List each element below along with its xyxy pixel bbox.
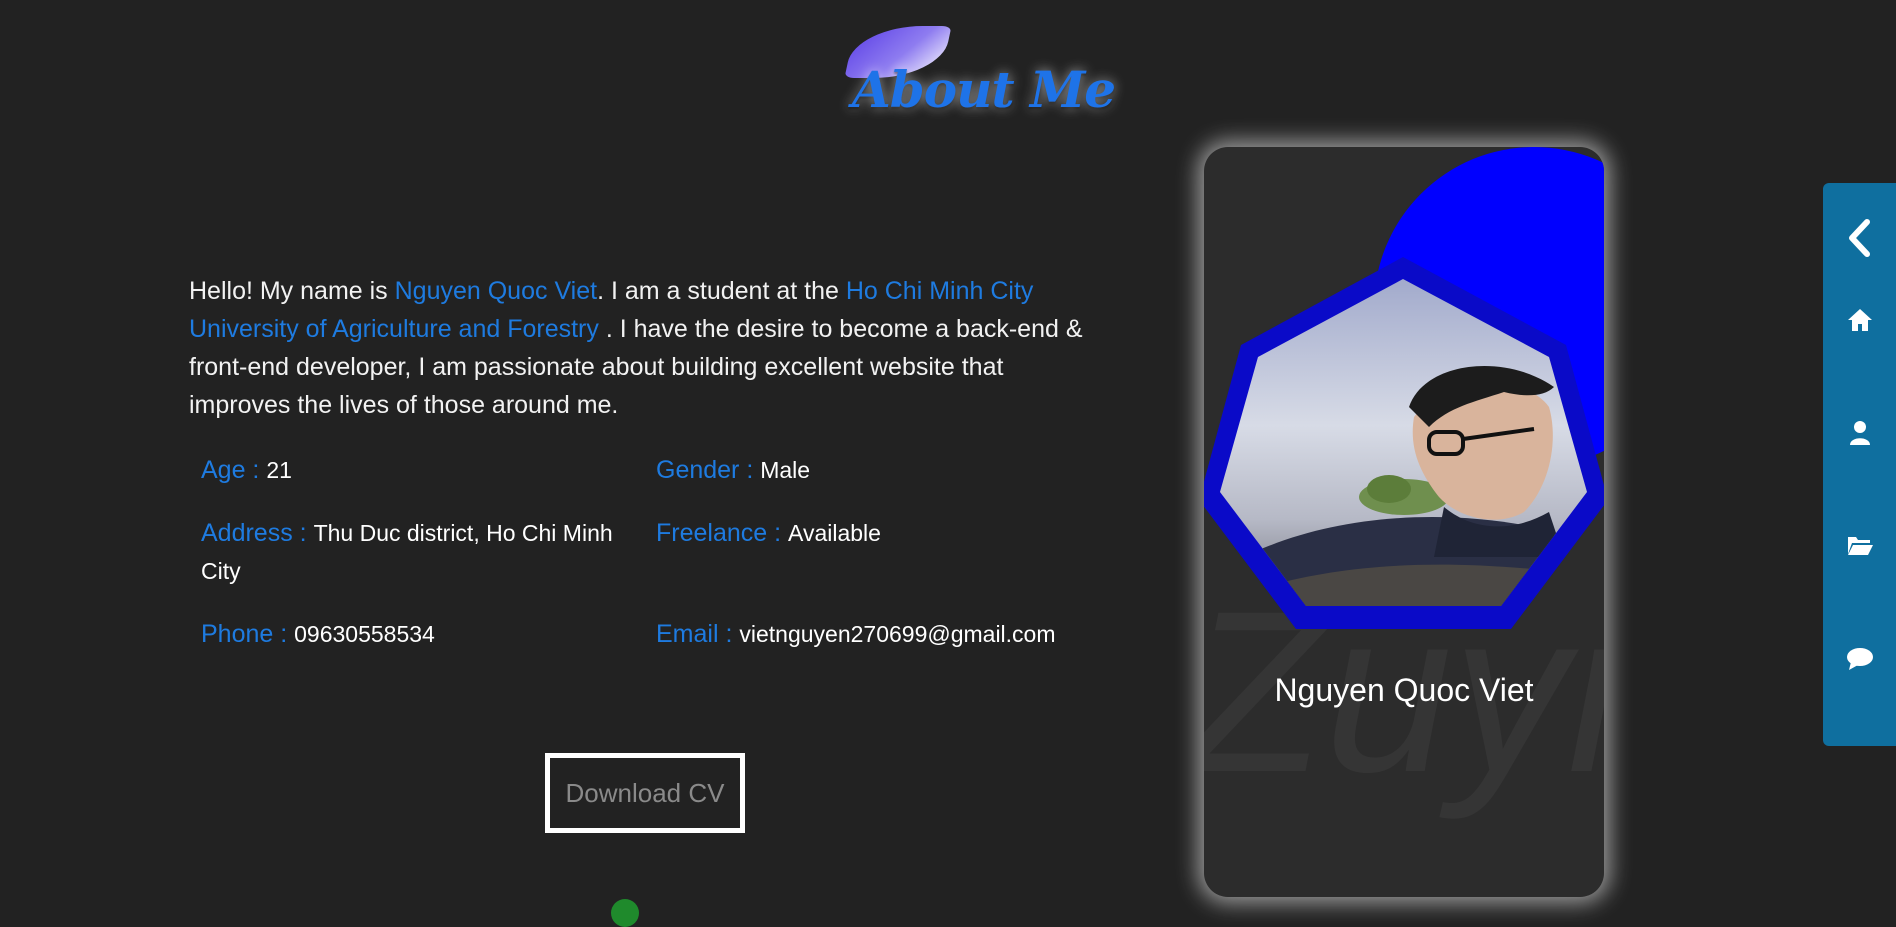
- chevron-left-icon: [1848, 219, 1870, 257]
- info-phone: Phone : 09630558534: [201, 615, 641, 653]
- freelance-label: Freelance :: [656, 519, 789, 547]
- download-cv-button[interactable]: Download CV: [545, 753, 745, 833]
- info-email: Email : vietnguyen270699@gmail.com: [656, 615, 1116, 653]
- nav-home[interactable]: [1823, 300, 1896, 340]
- nav-portfolio[interactable]: [1823, 525, 1896, 565]
- page-title: About Me: [852, 60, 1116, 119]
- address-label: Address :: [201, 519, 314, 547]
- bio-intro: Hello! My name is: [189, 277, 395, 305]
- collapse-nav-button[interactable]: [1823, 208, 1896, 268]
- age-label: Age :: [201, 456, 267, 484]
- bio-mid: . I am a student at the: [597, 277, 846, 305]
- gender-value: Male: [760, 457, 811, 483]
- bio-name: Nguyen Quoc Viet: [394, 277, 598, 305]
- email-label: Email :: [656, 620, 740, 648]
- info-age: Age : 21: [201, 451, 641, 489]
- green-dot-indicator: [611, 899, 639, 927]
- gender-label: Gender :: [656, 456, 761, 484]
- phone-label: Phone :: [201, 620, 295, 648]
- profile-card: Zuyr Nguyen Quoc Viet: [1204, 147, 1604, 897]
- nav-about[interactable]: [1823, 413, 1896, 453]
- nav-contact[interactable]: [1823, 639, 1896, 679]
- folder-open-icon: [1847, 537, 1873, 555]
- info-gender: Gender : Male: [656, 451, 1096, 489]
- info-address: Address : Thu Duc district, Ho Chi Minh …: [201, 514, 641, 590]
- about-heading: About Me: [844, 22, 1116, 122]
- phone-value: 09630558534: [294, 621, 435, 647]
- card-name: Nguyen Quoc Viet: [1274, 672, 1534, 708]
- profile-photo: [1204, 257, 1604, 629]
- bio-paragraph: Hello! My name is Nguyen Quoc Viet. I am…: [189, 272, 1104, 424]
- info-freelance: Freelance : Available: [656, 514, 1096, 552]
- user-icon: [1849, 421, 1870, 445]
- home-icon: [1847, 309, 1872, 331]
- email-value: vietnguyen270699@gmail.com: [739, 621, 1056, 647]
- age-value: 21: [266, 457, 292, 483]
- side-navigation: [1823, 183, 1896, 746]
- comment-icon: [1846, 648, 1873, 670]
- freelance-value: Available: [788, 520, 881, 546]
